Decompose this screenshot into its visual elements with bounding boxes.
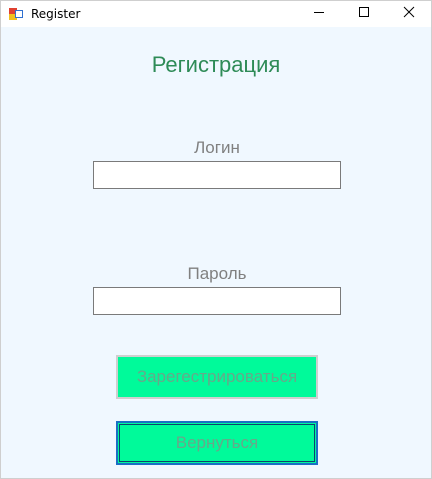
close-icon xyxy=(403,5,415,23)
register-button-label: Зарегестрироваться xyxy=(136,367,298,386)
page-title: Регистрация xyxy=(151,52,281,77)
app-icon xyxy=(9,7,23,20)
maximize-button[interactable] xyxy=(341,1,387,27)
back-button-label: Вернуться xyxy=(175,433,259,452)
register-button[interactable]: Зарегестрироваться xyxy=(116,355,318,399)
minimize-button[interactable] xyxy=(296,1,342,27)
password-label: Пароль xyxy=(187,264,247,283)
password-field[interactable] xyxy=(93,287,341,315)
maximize-icon xyxy=(358,5,370,23)
login-field[interactable] xyxy=(93,161,341,189)
back-button[interactable]: Вернуться xyxy=(116,421,318,465)
login-label: Логин xyxy=(194,138,240,157)
close-button[interactable] xyxy=(386,1,432,27)
title-bar[interactable]: Register xyxy=(1,1,431,27)
window-title: Register xyxy=(31,7,81,21)
register-window: Register Регистрация Логин Пароль Зареге… xyxy=(0,0,432,479)
minimize-icon xyxy=(313,5,325,23)
